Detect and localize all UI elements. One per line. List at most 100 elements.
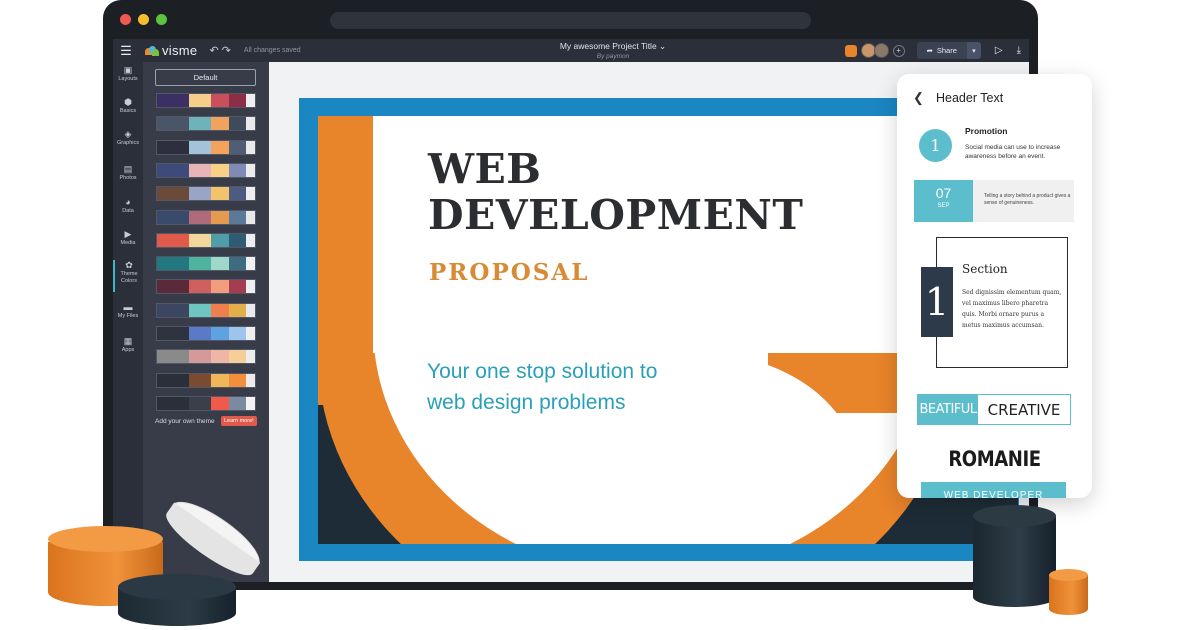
palette-swatch-row[interactable] [156, 186, 256, 202]
avatar[interactable] [873, 43, 889, 58]
chevron-down-icon[interactable]: ⌄ [659, 41, 666, 51]
color-swatch [228, 210, 247, 224]
palette-swatch-row[interactable] [156, 326, 256, 341]
rail-item-layouts[interactable]: ▣ Layouts [113, 65, 143, 83]
color-swatch [210, 94, 229, 107]
color-swatch [189, 233, 211, 247]
play-icon[interactable]: ▷ [995, 45, 1003, 56]
palette-icon: ✿ [125, 260, 133, 270]
mobile-preview-card: ❮ Header Text 1 Promotion Social media c… [897, 74, 1092, 498]
color-swatch [157, 303, 190, 317]
menu-icon[interactable]: ☰ [113, 43, 139, 59]
palette-swatch-row[interactable] [156, 372, 256, 388]
rail-item-theme-colors[interactable]: ✿ Theme Colors [113, 260, 143, 292]
color-swatch [228, 280, 247, 294]
undo-icon[interactable]: ↶ [209, 45, 221, 57]
brand-name: visme [162, 43, 198, 58]
date-text: Telling a story behind a product gives a… [984, 193, 1071, 206]
default-theme-button[interactable]: Default [155, 69, 256, 86]
palette-swatch-row[interactable] [156, 139, 256, 155]
romanie-text: ROMANIE [948, 447, 1041, 471]
palette-swatch-row[interactable] [156, 302, 256, 318]
color-swatch [228, 163, 247, 177]
slide-title[interactable]: WEB DEVELOPMENT [428, 146, 803, 238]
color-swatch [189, 117, 211, 131]
color-swatch [189, 350, 211, 364]
palette-swatch-row[interactable] [156, 256, 256, 272]
share-button[interactable]: ➦ Share [916, 42, 967, 59]
share-control: ➦ Share ▾ [916, 42, 981, 59]
download-icon[interactable]: ⤓ [1017, 45, 1021, 56]
color-swatch [157, 117, 190, 131]
section-title: Section [962, 262, 1008, 276]
color-swatch [210, 327, 229, 340]
rail-item-my-files[interactable]: ▬ My Files [113, 302, 143, 320]
color-swatch [210, 350, 229, 364]
slide-subtitle[interactable]: PROPOSAL [429, 259, 589, 286]
folder-icon: ▬ [123, 302, 133, 312]
color-swatch [246, 210, 255, 224]
add-collaborator-icon[interactable]: + [892, 44, 905, 57]
color-swatch [228, 257, 247, 271]
slide-tagline[interactable]: Your one stop solution to web design pro… [427, 356, 657, 418]
project-title[interactable]: My awesome Project Title [560, 41, 657, 51]
color-swatch [210, 373, 229, 387]
close-dot[interactable] [120, 14, 131, 25]
palette-swatch-row[interactable] [156, 349, 256, 365]
palette-swatch-row[interactable] [156, 209, 256, 225]
rail-item-media[interactable]: ▶ Media [113, 229, 143, 247]
color-swatch [228, 233, 247, 247]
palette-swatch-row[interactable] [156, 232, 256, 248]
pie-chart-icon: ◕ [125, 197, 131, 207]
palette-swatch-row[interactable] [156, 395, 256, 411]
title-line: DEVELOPMENT [428, 191, 804, 239]
rail-item-photos[interactable]: ▤ Photos [113, 164, 143, 182]
visme-logo[interactable]: visme [145, 43, 197, 58]
color-swatch [157, 396, 190, 410]
editor-toolbar: ☰ visme ↶↷ All changes saved My awesome … [113, 39, 1029, 62]
color-swatch [189, 163, 211, 177]
media-icon: ▶ [124, 229, 132, 239]
rail-item-data[interactable]: ◕ Data [113, 197, 143, 215]
palette-swatch-row[interactable] [156, 162, 256, 178]
date-card[interactable]: 07 SEP Telling a story behind a product … [914, 180, 1074, 222]
color-swatch [189, 327, 211, 340]
rail-label: Graphics [116, 140, 139, 146]
project-author: By paymon [596, 53, 630, 60]
rail-item-apps[interactable]: ▦ Apps [113, 336, 143, 354]
beatiful-creative-badge[interactable]: BEATIFUL CREATIVE [917, 394, 1071, 425]
color-swatch [246, 303, 255, 317]
palette-swatch-row[interactable] [156, 93, 256, 108]
color-swatch [246, 373, 255, 387]
color-swatch [228, 94, 247, 107]
color-swatch [189, 257, 211, 271]
color-swatch [228, 140, 247, 154]
color-swatch [210, 163, 229, 177]
palette-swatch-row[interactable] [156, 116, 256, 132]
minimize-dot[interactable] [138, 14, 149, 25]
rail-label: My Files [117, 313, 139, 319]
address-bar[interactable] [330, 12, 811, 29]
date-badge: 07 SEP [914, 180, 973, 222]
project-title-block[interactable]: My awesome Project Title ⌄ By paymon [513, 41, 713, 60]
rail-item-graphics[interactable]: ◈ Graphics [113, 129, 143, 147]
color-swatch [210, 257, 229, 271]
color-swatch [210, 303, 229, 317]
comment-icon[interactable] [844, 44, 857, 57]
section-number: 1 [921, 267, 953, 337]
color-swatch [246, 257, 255, 271]
color-swatch [189, 140, 211, 154]
color-swatch [228, 117, 247, 131]
learn-more-button[interactable]: Learn more! [221, 416, 257, 426]
redo-icon[interactable]: ↷ [222, 45, 234, 57]
add-theme-text: Add your own theme [155, 418, 215, 425]
dark-disc-decor [118, 574, 236, 626]
palette-swatch-row[interactable] [156, 279, 256, 295]
share-dropdown-button[interactable]: ▾ [966, 42, 981, 59]
chevron-left-icon[interactable]: ❮ [913, 90, 924, 106]
undo-redo: ↶↷ [209, 44, 233, 57]
color-swatch [210, 210, 229, 224]
rail-item-basics[interactable]: ⬢ Basics [113, 97, 143, 115]
color-swatch [228, 187, 247, 201]
maximize-dot[interactable] [156, 14, 167, 25]
